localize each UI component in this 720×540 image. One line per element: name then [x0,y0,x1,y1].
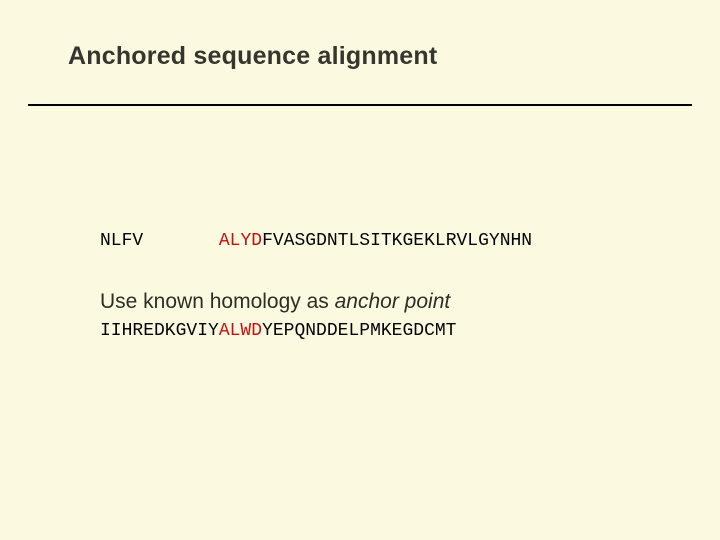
sequence-line-2: IIHREDKGVIYALWDYEPQNDDELPMKEGDCMT [100,316,532,346]
seq1-post: FVASGDNTLSITKGEKLRVLGYNHN [262,231,532,251]
seq2-post: YEPQNDDELPMKEGDCMT [262,321,456,341]
seq1-pre: NLFV [100,231,143,251]
seq1-gap [143,226,219,256]
title-underline [28,104,692,106]
sequence-line-1: NLFV ALYDFVASGDNTLSITKGEKLRVLGYNHN [100,226,532,256]
slide-title: Anchored sequence alignment [68,42,437,71]
body-pre: Use known homology as [100,290,335,313]
slide: Anchored sequence alignment NLFV ALYDFVA… [0,0,720,540]
seq2-anchor: ALWD [219,321,262,341]
body-text: Use known homology as anchor point [100,290,450,314]
sequence-block: NLFV ALYDFVASGDNTLSITKGEKLRVLGYNHN IIHRE… [100,166,532,406]
body-italic: anchor point [335,290,451,313]
seq2-pre: IIHREDKGVIY [100,321,219,341]
seq1-anchor: ALYD [219,231,262,251]
